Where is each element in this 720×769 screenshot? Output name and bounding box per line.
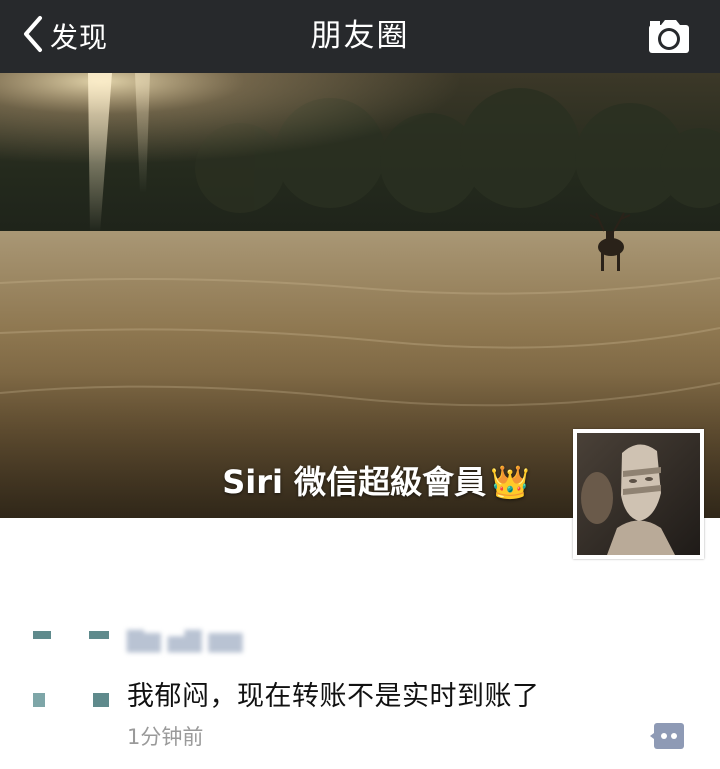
profile-username: Siri 微信超級會員 👑	[222, 462, 530, 502]
comment-button[interactable]	[650, 723, 684, 749]
post-author-avatar[interactable]	[33, 631, 109, 707]
username-text: Siri 微信超級會員	[222, 463, 487, 501]
post-timestamp: 1分钟前	[127, 725, 204, 749]
navigation-bar: 发现 朋友圈	[0, 0, 720, 73]
camera-button[interactable]	[647, 17, 691, 55]
sculpture-avatar-image	[577, 433, 700, 555]
post-text: 我郁闷，现在转账不是实时到账了	[127, 681, 540, 712]
comment-icon	[650, 723, 684, 749]
post-author-name-blurred[interactable]: ▇▆ ▅▇ ▆▆	[127, 628, 247, 662]
camera-icon	[649, 20, 689, 53]
crown-icon: 👑	[490, 463, 530, 501]
profile-avatar[interactable]	[573, 429, 704, 559]
avatar-image	[33, 631, 109, 707]
page-title: 朋友圈	[310, 18, 410, 54]
